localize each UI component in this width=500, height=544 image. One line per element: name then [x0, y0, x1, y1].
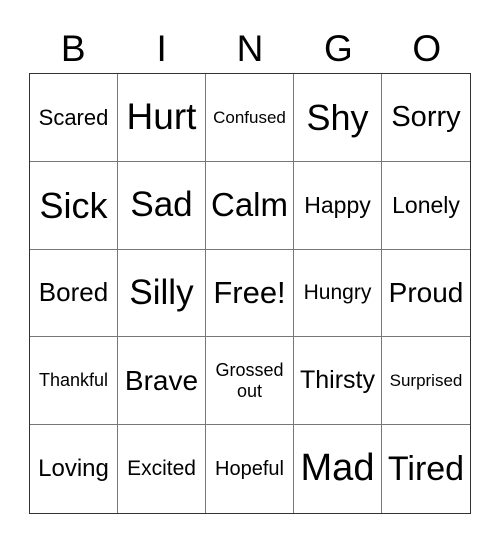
bingo-cell[interactable]: Loving [30, 425, 118, 513]
bingo-grid: Scared Hurt Confused Shy Sorry Sick Sad … [29, 73, 471, 514]
bingo-cell[interactable]: Hurt [118, 74, 206, 162]
bingo-cell[interactable]: Hungry [294, 249, 382, 338]
bingo-cell[interactable]: Surprised [382, 337, 470, 426]
bingo-cell[interactable]: Calm [206, 161, 294, 250]
bingo-cell[interactable]: Hopeful [206, 425, 294, 513]
bingo-header: B I N G O [29, 26, 471, 72]
bingo-cell[interactable]: Sad [118, 161, 206, 250]
bingo-cell[interactable]: Confused [206, 74, 294, 162]
bingo-cell[interactable]: Grossed out [206, 337, 294, 426]
header-letter-o: O [412, 28, 442, 69]
bingo-cell[interactable]: Brave [118, 337, 206, 426]
bingo-cell[interactable]: Sorry [382, 74, 470, 162]
free-space-cell[interactable]: Free! [206, 249, 294, 338]
header-letter-i: I [156, 28, 167, 69]
header-letter-b: B [60, 28, 86, 69]
bingo-cell[interactable]: Proud [382, 250, 470, 338]
bingo-cell[interactable]: Lonely [382, 162, 470, 250]
bingo-cell[interactable]: Scared [30, 74, 118, 162]
bingo-cell[interactable]: Shy [294, 74, 382, 162]
bingo-cell[interactable]: Sick [30, 161, 118, 250]
header-letter-n: N [236, 28, 264, 69]
bingo-cell[interactable]: Bored [30, 249, 118, 338]
bingo-cell[interactable]: Mad [294, 425, 382, 513]
bingo-cell[interactable]: Happy [294, 161, 382, 250]
header-letter-g: G [323, 28, 353, 69]
bingo-cell[interactable]: Excited [118, 425, 206, 513]
bingo-cell[interactable]: Thirsty [294, 337, 382, 426]
bingo-cell[interactable]: Thankful [30, 337, 118, 426]
bingo-cell[interactable]: Silly [118, 249, 206, 338]
bingo-cell[interactable]: Tired [382, 425, 470, 513]
